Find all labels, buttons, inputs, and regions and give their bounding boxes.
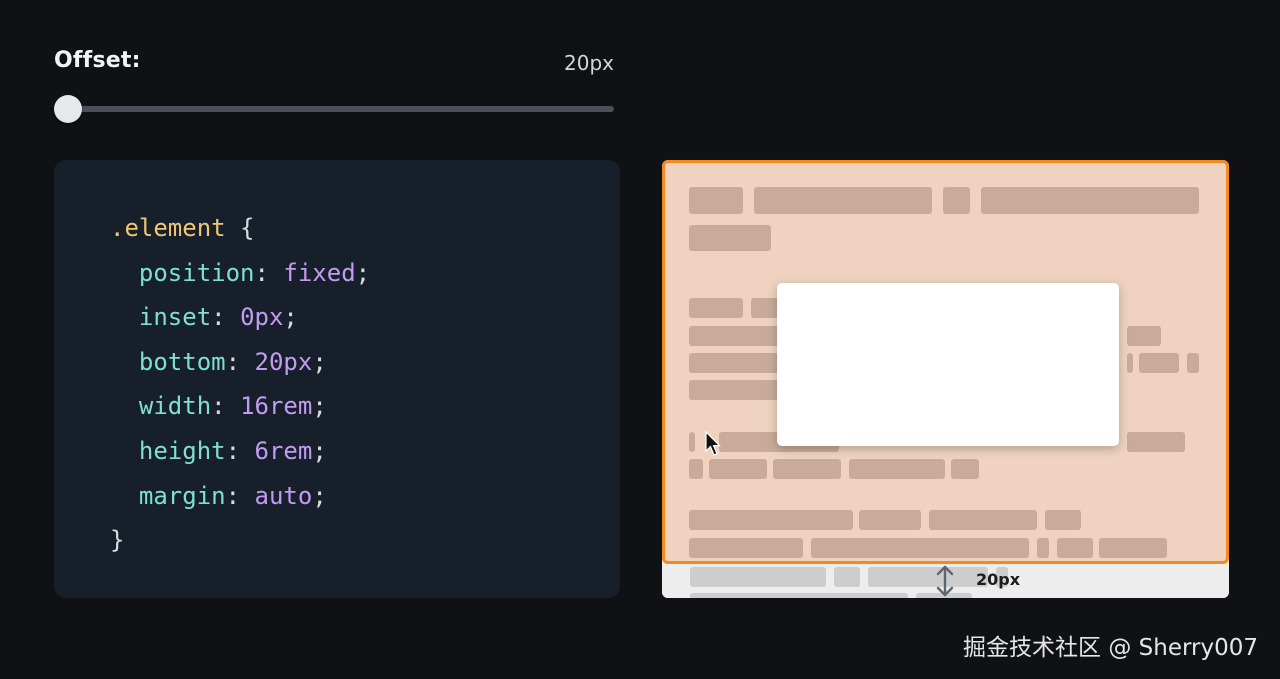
css-value: 16rem <box>240 392 313 421</box>
placeholder-block <box>1127 353 1133 373</box>
placeholder-block <box>951 459 979 479</box>
placeholder-block <box>1057 538 1093 558</box>
mouse-cursor-icon <box>705 431 721 456</box>
semicolon: ; <box>283 303 298 332</box>
placeholder-block <box>709 459 767 479</box>
css-property: width <box>138 392 212 421</box>
css-value: 20px <box>254 347 313 376</box>
css-property: inset <box>138 303 212 332</box>
placeholder-block <box>1099 538 1167 558</box>
css-value: 6rem <box>254 436 313 465</box>
semicolon: ; <box>355 258 371 287</box>
offset-slider-thumb[interactable] <box>54 95 82 123</box>
placeholder-block <box>1037 538 1049 558</box>
fixed-element-frame <box>662 160 1229 564</box>
offset-measure-label: 20px <box>976 570 1021 589</box>
css-property: height <box>138 436 226 465</box>
placeholder-block <box>868 567 988 587</box>
open-brace: { <box>240 214 255 242</box>
css-property: bottom <box>138 347 226 376</box>
placeholder-block <box>689 510 853 530</box>
offset-demo: Offset: 20px .element { position: fixed;… <box>0 0 1280 679</box>
offset-slider-track[interactable] <box>54 106 614 112</box>
semicolon: ; <box>312 436 327 465</box>
css-code-block: .element { position: fixed; inset: 0px; … <box>110 206 370 563</box>
placeholder-block <box>690 593 908 598</box>
placeholder-block <box>773 459 841 479</box>
css-property: position <box>138 258 255 287</box>
offset-value: 20px <box>564 51 614 75</box>
colon: : <box>211 303 226 332</box>
layout-preview: 20px <box>662 160 1229 598</box>
placeholder-block <box>689 187 743 214</box>
colon: : <box>211 392 226 421</box>
placeholder-block <box>689 326 779 346</box>
semicolon: ; <box>312 392 327 421</box>
fixed-modal-element <box>777 283 1119 446</box>
css-value: auto <box>254 481 313 510</box>
placeholder-block <box>689 538 803 558</box>
placeholder-block <box>689 459 703 479</box>
close-brace: } <box>110 526 125 555</box>
placeholder-block <box>1127 326 1161 346</box>
colon: : <box>225 436 241 465</box>
placeholder-block <box>1127 432 1179 452</box>
css-selector: .element <box>110 214 226 242</box>
placeholder-block <box>689 298 743 318</box>
placeholder-block <box>689 225 771 251</box>
placeholder-block <box>859 510 921 530</box>
placeholder-block <box>929 510 1037 530</box>
colon: : <box>225 481 241 510</box>
semicolon: ; <box>312 481 327 510</box>
css-value: 0px <box>240 303 284 332</box>
css-property: margin <box>138 481 226 510</box>
colon: : <box>254 258 269 287</box>
placeholder-block <box>1187 353 1199 373</box>
placeholder-block <box>981 187 1199 214</box>
code-panel: .element { position: fixed; inset: 0px; … <box>54 160 620 598</box>
placeholder-block <box>689 432 695 452</box>
watermark: 掘金技术社区 @ Sherry007 <box>963 635 1258 661</box>
colon: : <box>225 347 241 376</box>
placeholder-block <box>1139 353 1179 373</box>
semicolon: ; <box>312 347 327 376</box>
placeholder-block <box>690 567 826 587</box>
vertical-arrows-icon <box>936 565 954 597</box>
placeholder-block <box>689 353 779 373</box>
placeholder-block <box>689 380 779 400</box>
placeholder-block <box>811 538 1029 558</box>
placeholder-block <box>754 187 932 214</box>
placeholder-block <box>834 567 860 587</box>
css-value: fixed <box>283 258 356 287</box>
placeholder-block <box>943 187 970 214</box>
placeholder-block <box>849 459 945 479</box>
offset-label: Offset: <box>54 48 141 73</box>
placeholder-block <box>1045 510 1081 530</box>
